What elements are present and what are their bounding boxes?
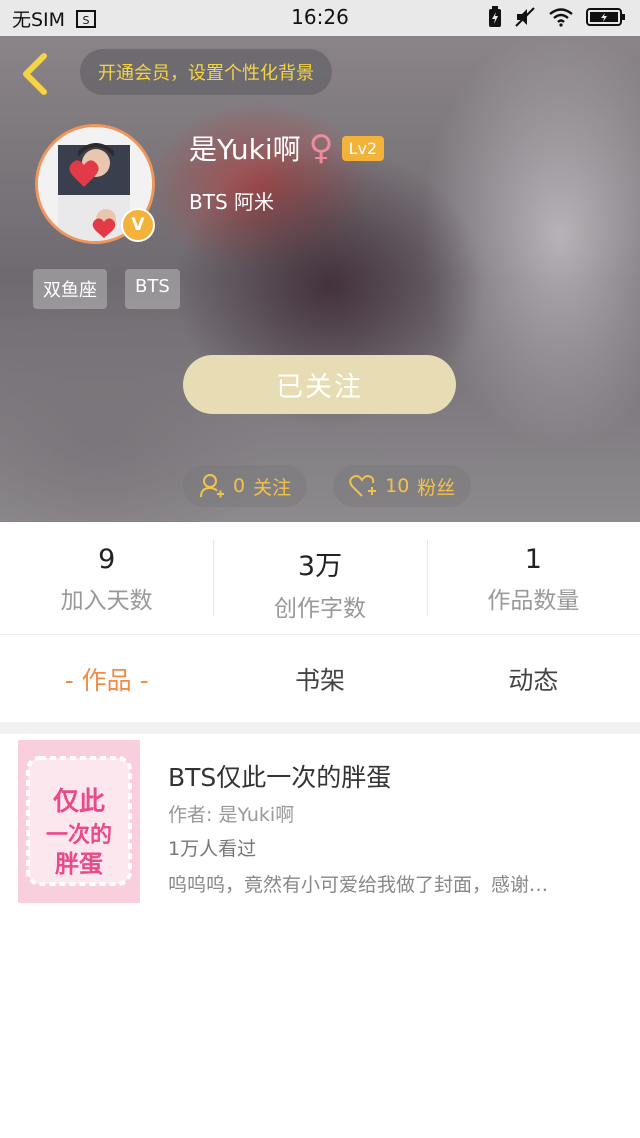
mute-icon	[515, 7, 535, 27]
book-cover: 仅此 一次的 胖蛋	[18, 740, 140, 903]
heart-plus-icon	[349, 475, 377, 497]
stat-days-joined: 9 加入天数	[0, 522, 213, 634]
tab-works[interactable]: - 作品 -	[0, 636, 213, 722]
level-badge: Lv2	[341, 135, 385, 161]
wifi-icon	[549, 8, 573, 27]
user-bio: BTS 阿米	[189, 190, 274, 214]
stat-label: 加入天数	[60, 588, 153, 614]
book-cover-title-3: 胖蛋	[55, 850, 103, 878]
tab-bookshelf[interactable]: 书架	[213, 636, 426, 722]
stat-value: 9	[98, 544, 116, 575]
chevron-left-icon	[23, 53, 47, 95]
following-button[interactable]: 0 关注	[183, 465, 308, 507]
username-row: 是Yuki啊 ♀ Lv2	[189, 128, 385, 168]
follow-counts: 0 关注 10 粉丝	[183, 465, 472, 507]
battery-icon	[586, 8, 625, 26]
user-add-icon	[200, 474, 224, 498]
followers-button[interactable]: 10 粉丝	[333, 465, 472, 507]
user-tags: 双鱼座 BTS	[33, 269, 180, 309]
username: 是Yuki啊	[189, 133, 301, 166]
followers-count: 10	[385, 475, 410, 497]
following-count: 0	[233, 475, 246, 497]
book-views: 1万人看过	[168, 838, 257, 860]
book-cover-art: 仅此 一次的 胖蛋	[18, 740, 140, 903]
tab-activity[interactable]: 动态	[427, 636, 640, 722]
book-card[interactable]: 仅此 一次的 胖蛋 BTS仅此一次的胖蛋 作者: 是Yuki啊 1万人看过 呜呜…	[10, 734, 630, 912]
profile-stats: 9 加入天数 3万 创作字数 1 作品数量	[0, 522, 640, 635]
stat-label: 创作字数	[273, 596, 366, 622]
book-title[interactable]: BTS仅此一次的胖蛋	[168, 758, 391, 794]
verified-badge-label: V	[131, 215, 145, 235]
female-icon: ♀	[308, 128, 334, 168]
stat-label: 作品数量	[487, 588, 580, 614]
battery-saver-icon	[489, 6, 501, 27]
following-label: 关注	[253, 476, 292, 499]
verified-badge: V	[121, 208, 155, 242]
book-cover-title-1: 仅此	[53, 787, 105, 817]
follow-button[interactable]: 已关注	[183, 355, 456, 414]
followers-label: 粉丝	[417, 476, 456, 499]
vip-prompt-label: 开通会员，设置个性化背景	[98, 63, 314, 84]
book-author: 作者: 是Yuki啊	[168, 804, 295, 826]
back-button[interactable]	[16, 50, 56, 98]
stat-works-count: 1 作品数量	[426, 522, 640, 634]
status-right	[488, 6, 626, 28]
status-bar: 无SIM S 16:26	[0, 0, 640, 36]
tag-zodiac: 双鱼座	[33, 269, 107, 309]
tag-bts: BTS	[125, 269, 180, 309]
stat-word-count: 3万 创作字数	[213, 522, 426, 634]
profile-tabs: - 作品 - 书架 动态	[0, 636, 640, 722]
section-divider	[0, 722, 640, 734]
profile-header: 开通会员，设置个性化背景 V 是Yuki啊 ♀ Lv2 BTS 阿米 双鱼座 B…	[0, 36, 640, 522]
stat-value: 1	[524, 544, 542, 575]
vip-background-prompt[interactable]: 开通会员，设置个性化背景	[80, 49, 332, 95]
stat-value: 3万	[297, 551, 343, 582]
book-cover-title-2: 一次的	[46, 822, 112, 848]
book-description: 呜呜呜，竟然有小可爱给我做了封面，感谢…	[168, 874, 549, 896]
